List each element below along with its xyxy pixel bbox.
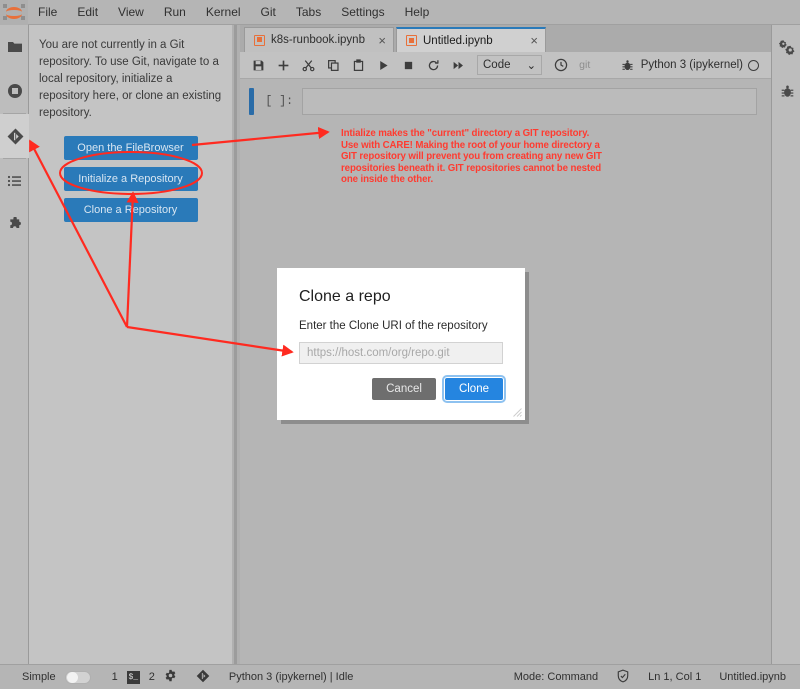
initialize-repository-button[interactable]: Initialize a Repository — [63, 167, 198, 191]
kernel-status-icon — [748, 59, 759, 71]
jupyter-logo-icon — [0, 0, 28, 25]
cell-type-select[interactable]: Code ⌄ — [477, 55, 543, 75]
dialog-title: Clone a repo — [299, 288, 391, 305]
dialog-label: Enter the Clone URI of the repository — [299, 320, 488, 332]
sidebar-item-table-of-contents[interactable] — [0, 159, 29, 203]
terminal-count: 1 — [111, 671, 118, 683]
cell-prompt: [ ]: — [265, 95, 293, 108]
menu-bar: File Edit View Run Kernel Git Tabs Setti… — [0, 0, 800, 25]
sidebar-item-extension-manager[interactable] — [0, 203, 29, 247]
open-filebrowser-button[interactable]: Open the FileBrowser — [63, 136, 198, 160]
scissors-icon[interactable] — [296, 53, 320, 77]
shield-check-icon[interactable] — [616, 669, 630, 686]
sidebar-item-debugger[interactable] — [772, 69, 800, 113]
notebook-scrollbar[interactable] — [758, 139, 767, 689]
terminal-icon[interactable]: $_ — [126, 670, 140, 684]
cell-editor[interactable] — [302, 88, 757, 115]
tab-label: Untitled.ipynb — [423, 34, 493, 47]
bug-icon[interactable] — [616, 53, 640, 77]
sidebar-item-running[interactable] — [0, 69, 29, 113]
sidebar-item-property-inspector[interactable] — [772, 25, 800, 69]
menu-edit[interactable]: Edit — [67, 0, 108, 25]
menu-git[interactable]: Git — [251, 0, 286, 25]
dialog-resize-handle[interactable] — [513, 408, 522, 417]
stop-square-icon[interactable] — [396, 53, 420, 77]
chevron-down-icon: ⌄ — [526, 60, 537, 72]
paste-icon[interactable] — [346, 53, 370, 77]
cursor-position: Ln 1, Col 1 — [648, 671, 702, 683]
kernel-gear-icon[interactable] — [164, 669, 177, 685]
dialog-actions: Cancel Clone — [299, 375, 507, 403]
menu-kernel[interactable]: Kernel — [196, 0, 251, 25]
git-status-icon[interactable] — [196, 669, 210, 686]
clone-repo-dialog: Clone a repo Enter the Clone URI of the … — [277, 268, 525, 420]
menu-tabs[interactable]: Tabs — [286, 0, 331, 25]
plus-icon[interactable] — [271, 53, 295, 77]
menu-view[interactable]: View — [108, 0, 154, 25]
clone-uri-input[interactable] — [299, 342, 503, 364]
left-activity-bar — [0, 25, 29, 664]
simple-mode-label: Simple — [22, 671, 56, 683]
kernel-name-label[interactable]: Python 3 (ipykernel) — [641, 59, 747, 71]
play-icon[interactable] — [371, 53, 395, 77]
refresh-icon[interactable] — [421, 53, 445, 77]
git-panel: You are not currently in a Git repositor… — [29, 25, 232, 664]
simple-mode-toggle[interactable] — [64, 670, 91, 684]
close-icon[interactable]: × — [526, 34, 538, 47]
menu-help[interactable]: Help — [395, 0, 440, 25]
close-icon[interactable]: × — [374, 34, 386, 47]
cell-type-value: Code — [483, 59, 511, 71]
panel-splitter[interactable] — [232, 25, 240, 664]
status-bar: Simple 1 $_ 2 Python 3 (ipykernel) | Idl… — [0, 664, 800, 689]
save-icon[interactable] — [246, 53, 270, 77]
tab-label: k8s-runbook.ipynb — [271, 34, 365, 46]
clone-repository-button[interactable]: Clone a Repository — [63, 198, 198, 222]
tab-untitled[interactable]: Untitled.ipynb × — [396, 27, 546, 52]
clock-icon[interactable] — [549, 53, 573, 77]
jupyterlab-window: File Edit View Run Kernel Git Tabs Setti… — [0, 0, 800, 689]
git-action-buttons: Open the FileBrowser Initialize a Reposi… — [29, 136, 232, 222]
kernel-status-text[interactable]: Python 3 (ipykernel) | Idle — [229, 671, 354, 683]
menu-file[interactable]: File — [28, 0, 67, 25]
notebook-tab-bar: k8s-runbook.ipynb × Untitled.ipynb × — [240, 25, 771, 52]
kernel-count: 2 — [148, 671, 155, 683]
active-filename: Untitled.ipynb — [719, 671, 786, 683]
notebook-cell[interactable]: [ ]: — [240, 88, 771, 115]
sidebar-item-git[interactable] — [0, 114, 29, 158]
notebook-toolbar: Code ⌄ git Python 3 (ipykernel) — [240, 52, 771, 79]
editor-mode: Mode: Command — [513, 671, 599, 683]
menu-settings[interactable]: Settings — [331, 0, 394, 25]
annotation-text: Intialize makes the "current" directory … — [341, 128, 602, 186]
notebook-icon — [254, 34, 265, 46]
menu-run[interactable]: Run — [154, 0, 196, 25]
right-activity-bar — [771, 25, 800, 664]
fast-forward-icon[interactable] — [446, 53, 470, 77]
clone-button[interactable]: Clone — [441, 375, 507, 403]
sidebar-item-file-browser[interactable] — [0, 25, 29, 69]
git-empty-message: You are not currently in a Git repositor… — [39, 39, 222, 119]
notebook-icon — [406, 35, 417, 46]
tab-k8s-runbook[interactable]: k8s-runbook.ipynb × — [244, 27, 394, 52]
copy-icon[interactable] — [321, 53, 345, 77]
git-toolbar-label: git — [579, 59, 591, 71]
cancel-button[interactable]: Cancel — [372, 378, 436, 400]
